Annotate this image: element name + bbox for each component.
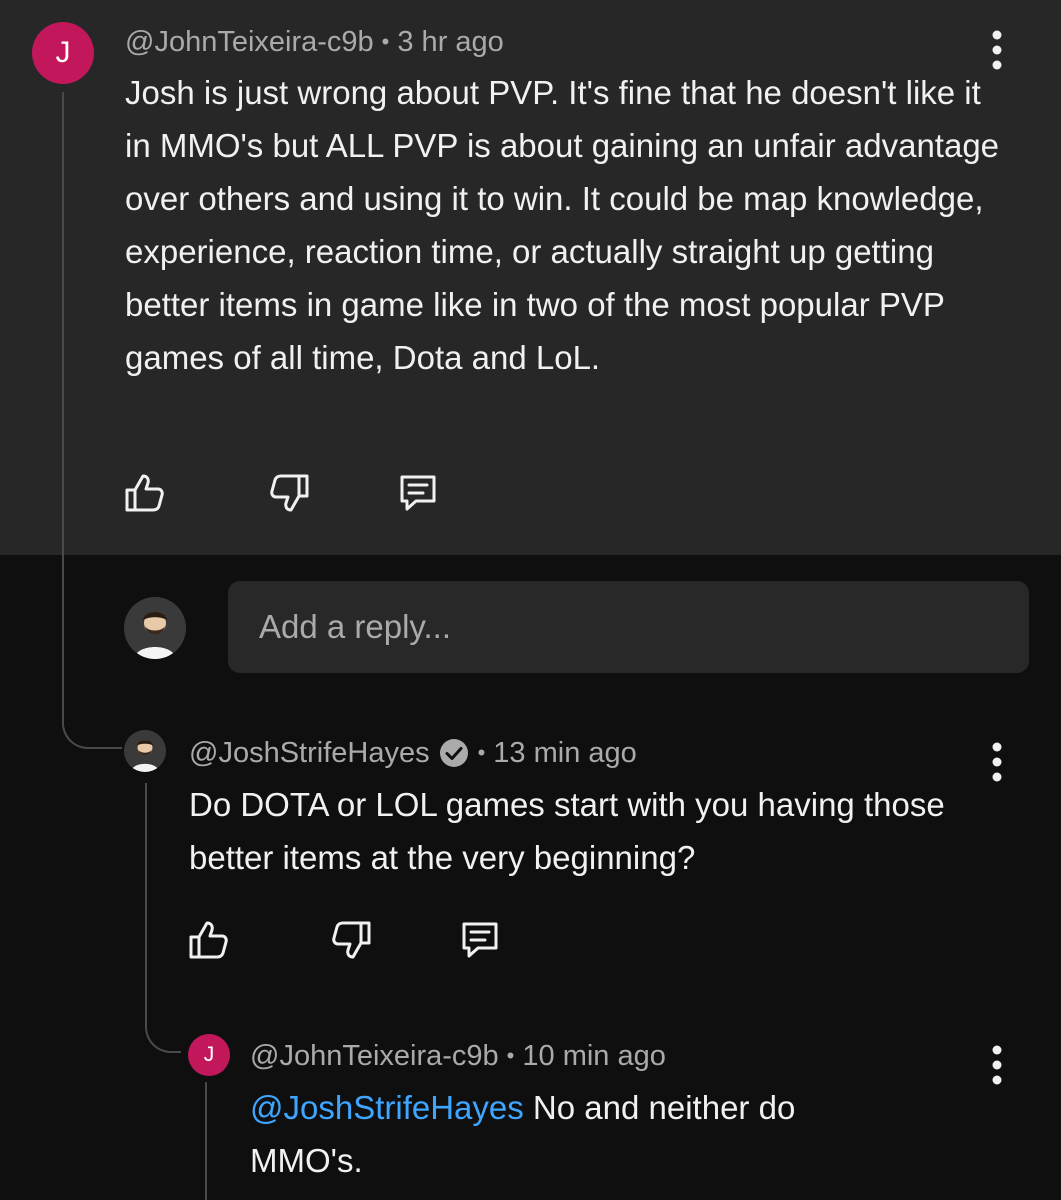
more-vertical-icon[interactable] xyxy=(989,740,1005,784)
comment-meta: @JohnTeixeira-c9b • 3 hr ago xyxy=(125,22,504,62)
comment-author[interactable]: @JoshStrifeHayes xyxy=(189,737,430,770)
comment-meta: @JoshStrifeHayes • 13 min ago xyxy=(189,733,637,773)
meta-separator: • xyxy=(506,1043,515,1068)
comment-reply-icon[interactable] xyxy=(458,918,502,962)
comment-reply-icon[interactable] xyxy=(396,471,440,515)
thumbs-up-icon[interactable] xyxy=(186,918,230,962)
thumbs-down-icon[interactable] xyxy=(268,471,312,515)
comment-text: Do DOTA or LOL games start with you havi… xyxy=(189,786,945,876)
thread-connector-bottom xyxy=(205,1082,207,1200)
reply-placeholder: Add a reply... xyxy=(259,608,451,645)
comment-time[interactable]: 13 min ago xyxy=(493,737,637,770)
comment-time[interactable]: 10 min ago xyxy=(522,1040,666,1073)
comment-text: Josh is just wrong about PVP. It's fine … xyxy=(125,74,1000,376)
thread-connector-reply xyxy=(145,783,181,1053)
verified-check-icon xyxy=(439,739,468,767)
meta-separator: • xyxy=(381,29,390,54)
comment-meta: @JohnTeixeira-c9b • 10 min ago xyxy=(250,1036,666,1076)
comment-text: @JoshStrifeHayes No and neither do MMO's… xyxy=(250,1081,890,1187)
comment-author[interactable]: @JohnTeixeira-c9b xyxy=(250,1040,499,1073)
avatar[interactable]: J xyxy=(188,1034,230,1076)
current-user-avatar xyxy=(124,597,186,659)
thumbs-up-icon[interactable] xyxy=(122,471,166,515)
avatar-letter: J xyxy=(203,1043,215,1066)
avatar[interactable]: J xyxy=(32,22,94,84)
avatar-letter: J xyxy=(55,36,71,69)
avatar[interactable] xyxy=(124,730,166,772)
comment-time[interactable]: 3 hr ago xyxy=(397,26,503,59)
comment-author[interactable]: @JohnTeixeira-c9b xyxy=(125,26,374,59)
thumbs-down-icon[interactable] xyxy=(330,918,374,962)
more-vertical-icon[interactable] xyxy=(989,1043,1005,1087)
add-reply-input[interactable]: Add a reply... xyxy=(228,581,1029,673)
user-mention-link[interactable]: @JoshStrifeHayes xyxy=(250,1089,524,1126)
thread-connector-top xyxy=(62,92,122,749)
meta-separator: • xyxy=(477,740,486,765)
